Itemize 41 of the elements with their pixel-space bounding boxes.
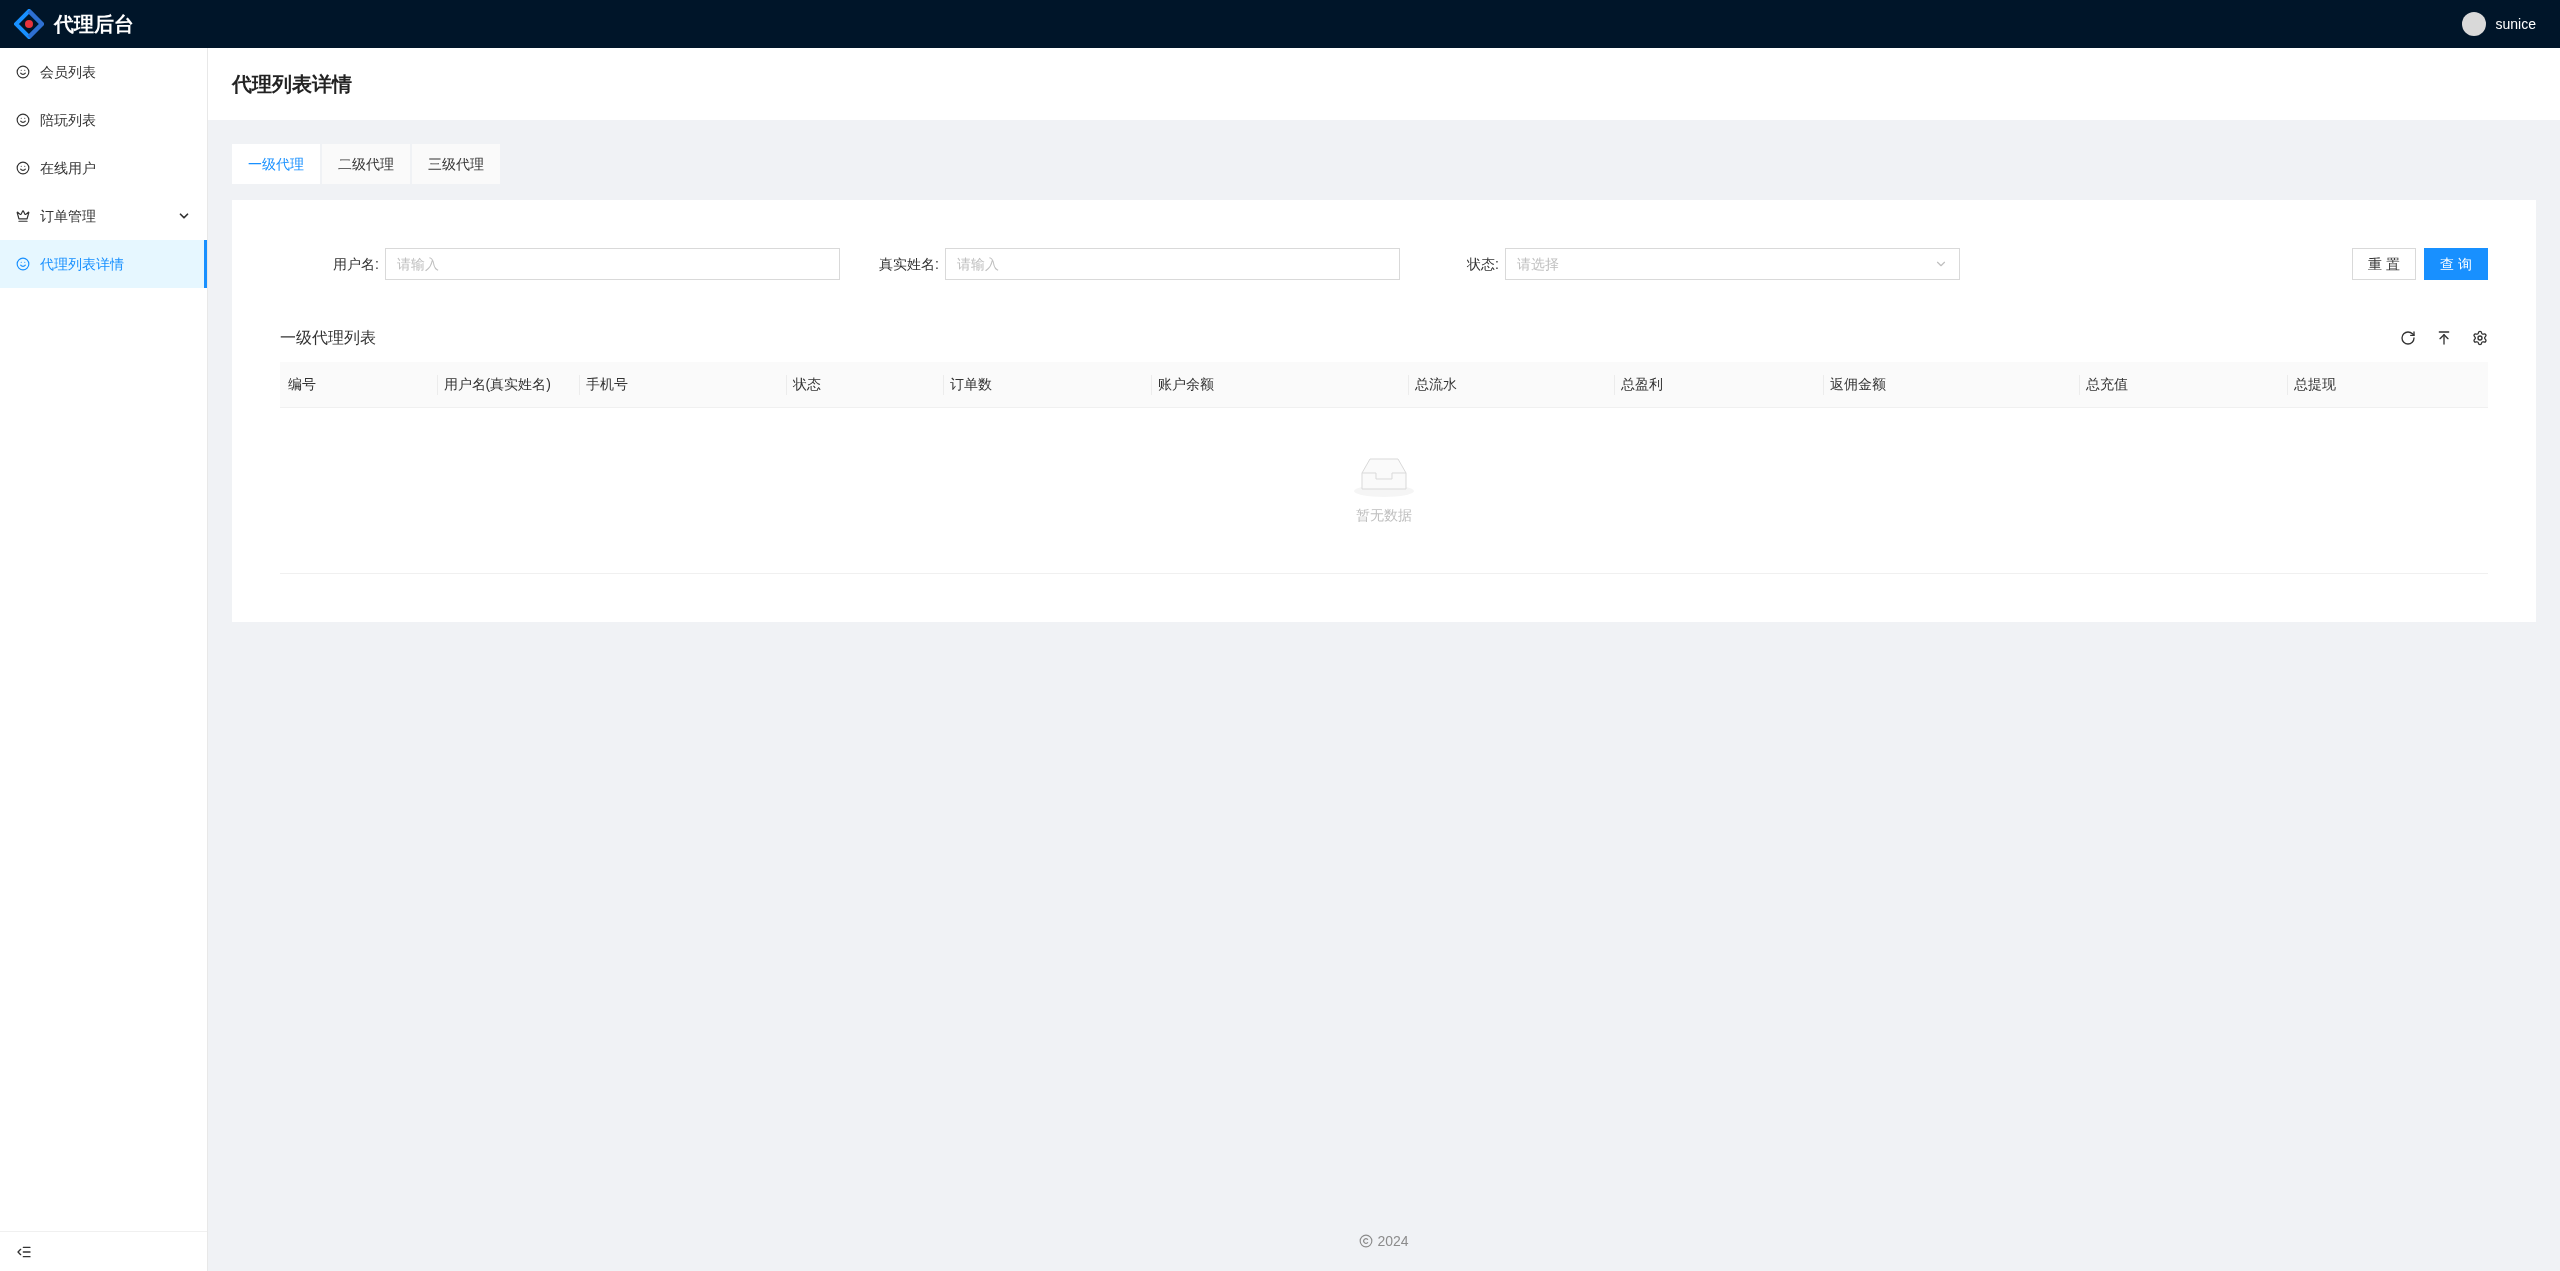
- sidebar-item[interactable]: 在线用户: [0, 144, 207, 192]
- column-header: 账户余额: [1157, 375, 1214, 394]
- page-title: 代理列表详情: [232, 72, 352, 97]
- input-field[interactable]: 请输入: [945, 248, 1400, 280]
- smiley-icon: [16, 113, 30, 127]
- smiley-icon: [16, 161, 30, 175]
- column-header: 返佣金额: [1829, 375, 1886, 394]
- density-icon[interactable]: [2436, 330, 2452, 346]
- logo-icon: [14, 9, 44, 39]
- table-title: 一级代理列表: [280, 328, 376, 348]
- refresh-icon[interactable]: [2400, 330, 2416, 346]
- sidebar-item[interactable]: 陪玩列表: [0, 96, 207, 144]
- tab[interactable]: 二级代理: [322, 144, 410, 184]
- empty-inbox-icon: [1352, 455, 1416, 499]
- empty-text: 暂无数据: [1356, 506, 1412, 525]
- copyright-text: 2024: [1377, 1231, 1409, 1251]
- column-header: 用户名(真实姓名): [443, 375, 551, 394]
- user-name[interactable]: sunice: [2495, 13, 2536, 35]
- reset-button[interactable]: 重 置: [2352, 248, 2417, 280]
- column-header: 编号: [287, 375, 316, 394]
- crown-icon: [16, 209, 30, 223]
- column-header: 总流水: [1414, 375, 1457, 394]
- tab[interactable]: 三级代理: [412, 144, 500, 184]
- smiley-icon: [16, 65, 30, 79]
- column-header: 状态: [792, 375, 821, 394]
- column-header: 订单数: [950, 375, 993, 394]
- column-header: 总充值: [2085, 375, 2128, 394]
- input-field[interactable]: 请输入: [385, 248, 840, 280]
- settings-icon[interactable]: [2472, 330, 2488, 346]
- field-label: 真实姓名:: [879, 254, 939, 274]
- column-header: 手机号: [585, 375, 628, 394]
- sidebar-item[interactable]: 会员列表: [0, 48, 207, 96]
- column-header: 总提现: [2294, 375, 2337, 394]
- copyright-icon: [1359, 1234, 1374, 1248]
- app-title: 代理后台: [54, 12, 134, 37]
- user-avatar[interactable]: [2461, 12, 2486, 36]
- field-label: 状态:: [1467, 254, 1499, 274]
- smiley-icon: [16, 257, 30, 271]
- field-label: 用户名:: [333, 254, 379, 274]
- column-header: 总盈利: [1621, 375, 1664, 394]
- sidebar-item[interactable]: 订单管理: [0, 192, 207, 240]
